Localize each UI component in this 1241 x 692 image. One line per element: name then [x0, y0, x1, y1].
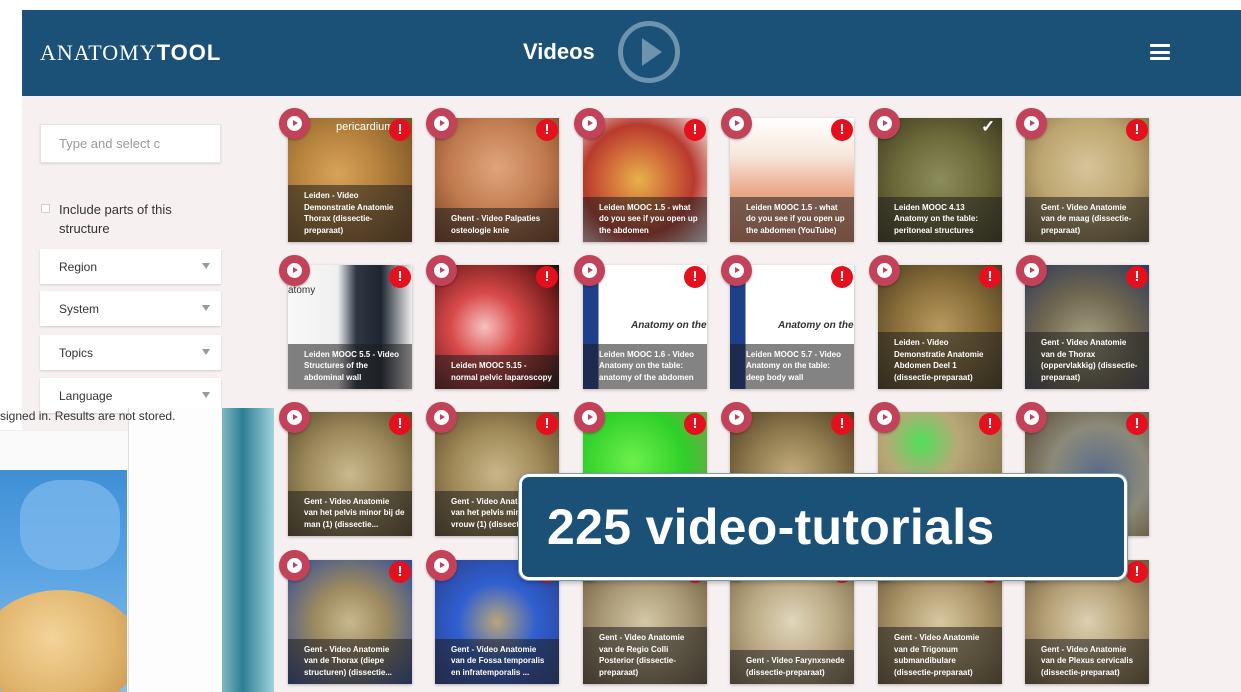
play-button-icon[interactable]: [1016, 402, 1047, 433]
play-circle-icon: [618, 21, 680, 83]
play-button-icon[interactable]: [279, 255, 310, 286]
warning-icon: !: [389, 413, 411, 435]
video-title: Leiden MOOC 5.15 - normal pelvic laparos…: [435, 355, 559, 389]
video-title: Gent - Video Anatomie van de Trigonum su…: [878, 627, 1002, 684]
thumbnail-text: atomy: [288, 285, 316, 296]
warning-icon: !: [979, 266, 1001, 288]
filter-label: Topics: [59, 346, 94, 360]
top-header: ANATOMYTOOL Videos: [22, 10, 1241, 96]
thumbnail-text: Anatomy on the t: [778, 320, 854, 331]
topics-filter-select[interactable]: Topics: [40, 335, 221, 370]
caret-down-icon: [202, 349, 210, 355]
video-title: Leiden MOOC 5.7 - Video Anatomy on the t…: [730, 343, 854, 389]
video-title: Gent - Video Anatomie van de Regio Colli…: [583, 627, 707, 684]
play-button-icon[interactable]: [869, 255, 900, 286]
play-button-icon[interactable]: [279, 108, 310, 139]
overlay-window-edge: [222, 408, 274, 692]
logo-regular-text: ANATOMY: [40, 40, 157, 65]
warning-icon: !: [389, 266, 411, 288]
warning-icon: !: [684, 413, 706, 435]
warning-icon: !: [979, 413, 1001, 435]
video-title: Gent - Video Anatomie van de Thorax (die…: [288, 638, 412, 684]
warning-icon: !: [1126, 119, 1148, 141]
thumbnail-text: pericardium: [336, 121, 394, 133]
video-count-banner: 225 video-tutorials: [518, 473, 1128, 581]
play-button-icon[interactable]: [279, 402, 310, 433]
warning-icon: !: [1126, 561, 1148, 583]
video-title: Leiden MOOC 4.13 Anatomy on the table: p…: [878, 196, 1002, 242]
video-title: Leiden MOOC 5.5 - Video Structures of th…: [288, 343, 412, 389]
page-title: Videos: [523, 39, 595, 64]
include-parts-label: Include parts of this structure: [59, 202, 172, 236]
warning-icon: !: [536, 266, 558, 288]
filter-label: System: [59, 302, 100, 316]
warning-icon: !: [684, 119, 706, 141]
play-button-icon[interactable]: [869, 402, 900, 433]
play-button-icon[interactable]: [1016, 255, 1047, 286]
play-button-icon[interactable]: [574, 108, 605, 139]
video-title: Gent - Video Anatomie van de Fossa tempo…: [435, 638, 559, 684]
filter-label: Region: [59, 260, 98, 274]
region-filter-select[interactable]: Region: [40, 249, 221, 284]
play-button-icon[interactable]: [721, 255, 752, 286]
play-button-icon[interactable]: [426, 255, 457, 286]
warning-icon: !: [831, 413, 853, 435]
checkmark-icon: ✓: [981, 117, 996, 136]
warning-icon: !: [831, 266, 853, 288]
video-title: Leiden - Video Demonstratie Anatomie Abd…: [878, 332, 1002, 389]
overlay-window-panel: [128, 408, 224, 692]
anatomytool-logo[interactable]: ANATOMYTOOL: [40, 40, 221, 66]
play-button-icon[interactable]: [426, 402, 457, 433]
video-title: Leiden MOOC 1.5 - what do you see if you…: [730, 196, 854, 242]
warning-icon: !: [536, 119, 558, 141]
filter-label: Language: [59, 389, 113, 403]
play-button-icon[interactable]: [1016, 108, 1047, 139]
system-filter-select[interactable]: System: [40, 291, 221, 326]
caret-down-icon: [202, 305, 210, 311]
warning-icon: !: [831, 119, 853, 141]
video-title: Leiden MOOC 1.5 - what do you see if you…: [583, 196, 707, 242]
hamburger-menu-icon[interactable]: [1150, 44, 1170, 60]
warning-icon: !: [1126, 266, 1148, 288]
logo-bold-text: TOOL: [156, 40, 222, 65]
play-button-icon[interactable]: [574, 402, 605, 433]
include-parts-checkbox[interactable]: [41, 204, 50, 213]
video-title: Gent - Video Anatomie van de Plexus cerv…: [1025, 638, 1149, 684]
structure-search-input[interactable]: [40, 124, 221, 163]
play-button-icon[interactable]: [426, 550, 457, 581]
warning-icon: !: [1126, 413, 1148, 435]
video-title: Ghent - Video Palpaties osteologie knie: [435, 208, 559, 242]
play-button-icon[interactable]: [869, 108, 900, 139]
play-button-icon[interactable]: [574, 255, 605, 286]
play-button-icon[interactable]: [721, 108, 752, 139]
warning-icon: !: [389, 119, 411, 141]
thumbnail-text: Anatomy on the t: [631, 320, 707, 331]
overlay-video-thumbnail: [0, 470, 127, 692]
video-title: Gent - Video Anatomie van de maag (disse…: [1025, 196, 1149, 242]
warning-icon: !: [389, 561, 411, 583]
play-button-icon[interactable]: [279, 550, 310, 581]
video-title: Gent - Video Anatomie van het pelvis min…: [288, 490, 412, 536]
play-button-icon[interactable]: [721, 402, 752, 433]
video-title: Leiden - Video Demonstratie Anatomie Tho…: [288, 185, 412, 242]
signin-notice: signed in. Results are not stored.: [0, 409, 176, 423]
video-title: Gent - Video Farynxsnede (dissectie-prep…: [730, 650, 854, 684]
page: { "header": { "logo_regular": "ANATOMY",…: [0, 0, 1241, 692]
caret-down-icon: [202, 392, 210, 398]
video-title: Leiden MOOC 1.6 - Video Anatomy on the t…: [583, 343, 707, 389]
warning-icon: !: [684, 266, 706, 288]
play-button-icon[interactable]: [426, 108, 457, 139]
warning-icon: !: [536, 413, 558, 435]
video-title: Gent - Video Anatomie van de Thorax (opp…: [1025, 332, 1149, 389]
caret-down-icon: [202, 263, 210, 269]
